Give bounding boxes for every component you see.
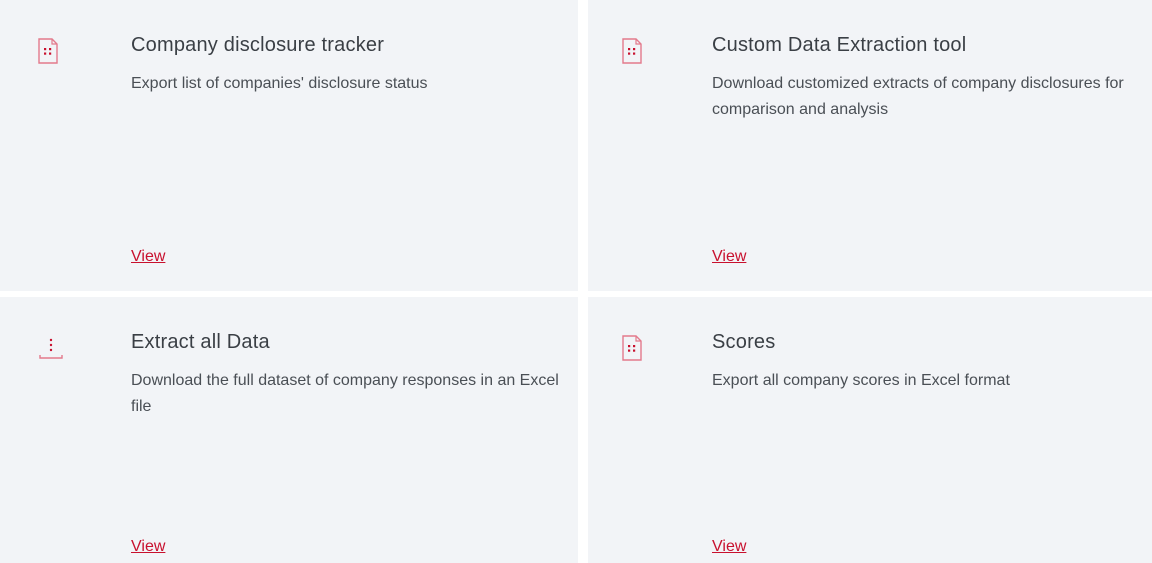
- view-link[interactable]: View: [712, 248, 746, 266]
- excel-file-icon: [38, 38, 58, 64]
- card-company-disclosure-tracker: Company disclosure tracker Export list o…: [0, 0, 578, 291]
- excel-file-icon: [622, 38, 642, 64]
- download-icon: [38, 335, 63, 361]
- card-scores: Scores Export all company scores in Exce…: [588, 297, 1152, 563]
- export-cards-grid: Company disclosure tracker Export list o…: [0, 0, 1152, 563]
- card-description: Export list of companies' disclosure sta…: [131, 75, 428, 92]
- excel-file-icon: [622, 335, 642, 361]
- card-title: Extract all Data: [131, 331, 270, 353]
- card-title: Custom Data Extraction tool: [712, 34, 967, 56]
- card-title: Scores: [712, 331, 776, 353]
- view-link[interactable]: View: [712, 538, 746, 556]
- card-description: Download the full dataset of company res…: [131, 372, 559, 415]
- view-link[interactable]: View: [131, 538, 165, 556]
- card-extract-all-data: Extract all Data Download the full datas…: [0, 297, 578, 563]
- card-custom-data-extraction-tool: Custom Data Extraction tool Download cus…: [588, 0, 1152, 291]
- view-link[interactable]: View: [131, 248, 165, 266]
- card-description: Export all company scores in Excel forma…: [712, 372, 1010, 389]
- card-description: Download customized extracts of company …: [712, 75, 1124, 118]
- card-title: Company disclosure tracker: [131, 34, 385, 56]
